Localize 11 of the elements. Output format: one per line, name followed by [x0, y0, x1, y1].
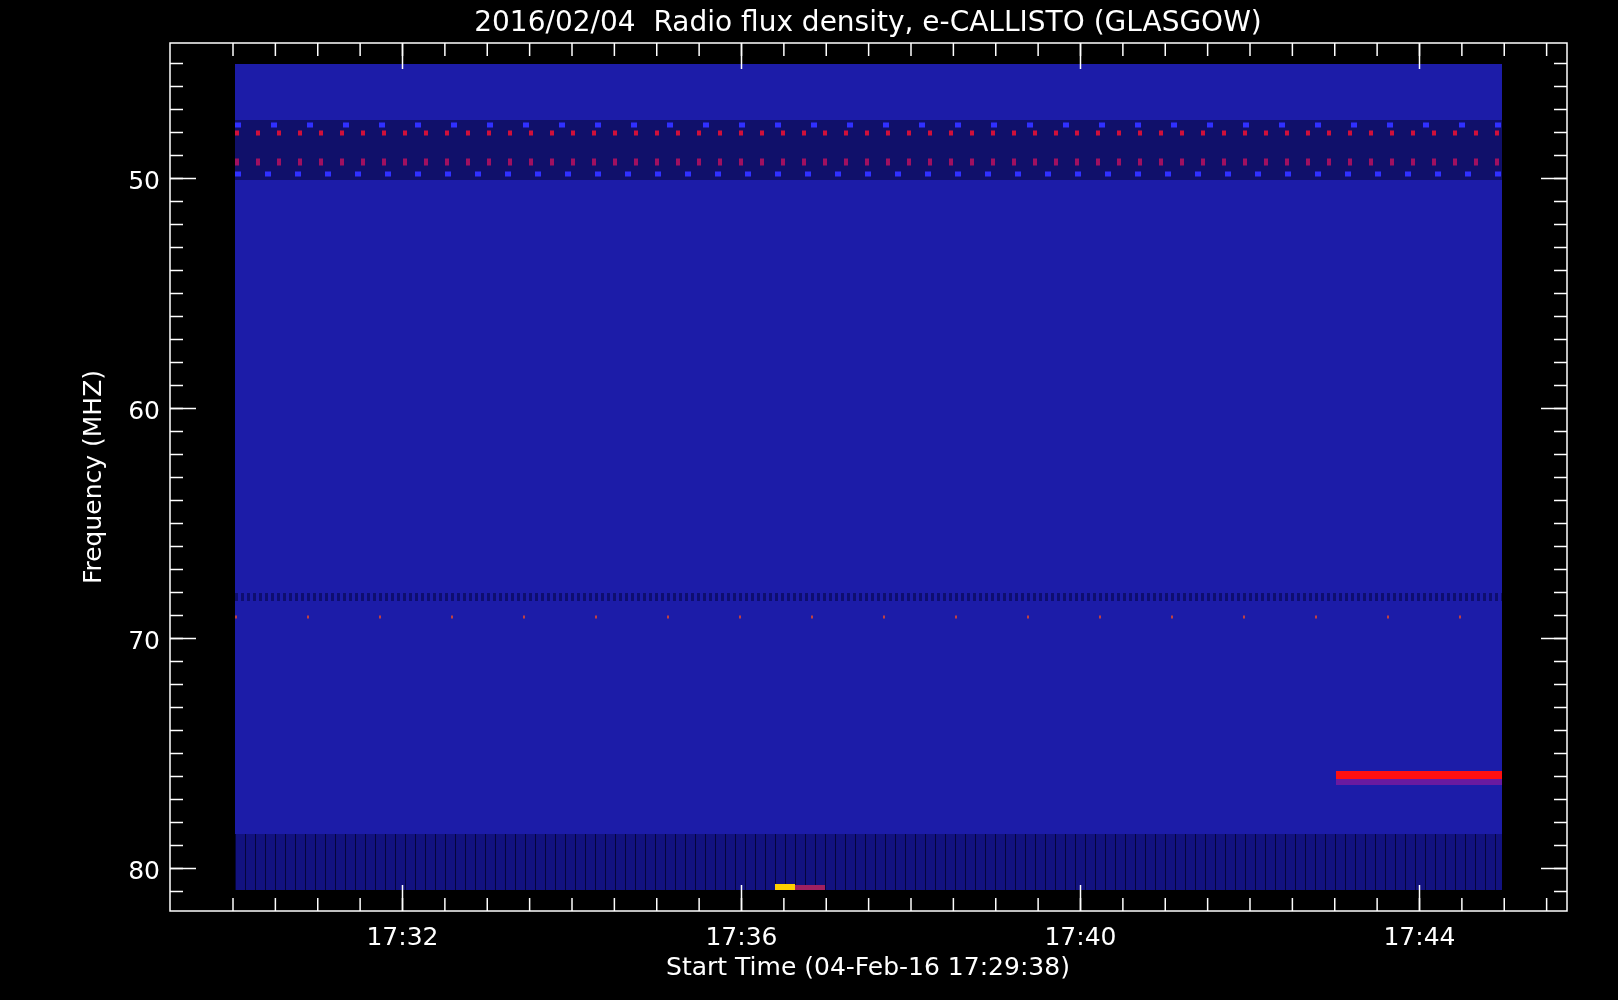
- y-tick-label: 70: [128, 625, 160, 655]
- y-tick-label: 80: [128, 855, 160, 885]
- y-tick-label: 60: [128, 395, 160, 425]
- y-tick-label: 50: [128, 165, 160, 195]
- x-tick-label: 17:40: [1044, 922, 1117, 951]
- y-axis-label: Frequency (MHZ): [78, 369, 107, 585]
- x-tick-label: 17:44: [1383, 922, 1456, 951]
- x-axis-label: Start Time (04-Feb-16 17:29:38): [666, 952, 1070, 981]
- chart-title: 2016/02/04 Radio flux density, e-CALLISTO (GLASGOW): [474, 5, 1262, 38]
- x-tick-label: 17:32: [366, 922, 439, 951]
- x-tick-label: 17:36: [705, 922, 778, 951]
